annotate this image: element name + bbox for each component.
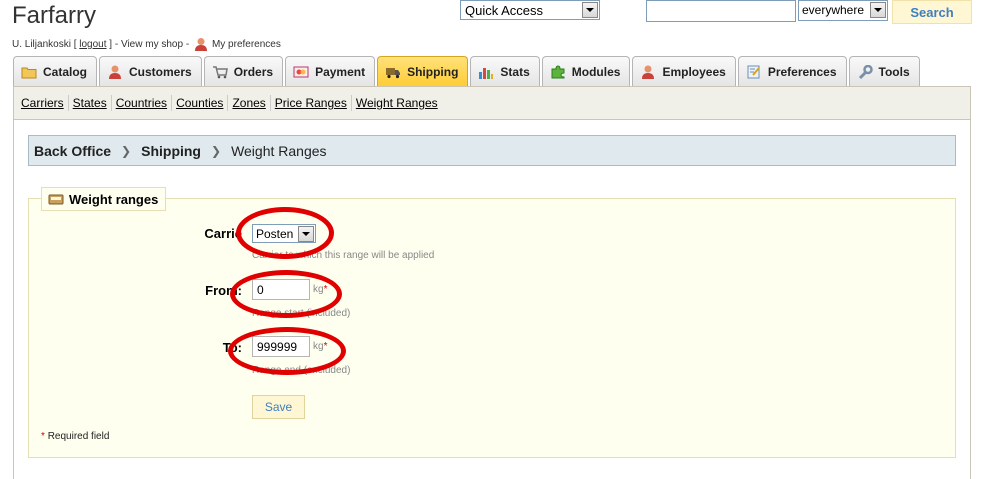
main-tabs: Catalog Customers Orders Payment Shippin… [13,56,922,87]
search-scope-select[interactable]: everywhere [798,0,888,21]
to-input[interactable]: 999999 [252,336,310,357]
carrier-label: Carrie [204,226,242,241]
tab-tools[interactable]: Tools [848,56,920,87]
weight-ranges-fieldset [28,198,956,458]
tab-stats[interactable]: Stats [470,56,540,87]
to-unit: kg* [313,341,328,352]
tab-catalog[interactable]: Catalog [13,56,98,87]
to-label: To: [222,340,242,355]
fieldset-legend: Weight ranges [41,187,167,211]
wrench-icon [857,64,873,80]
search-button[interactable]: Search [892,0,972,24]
tab-modules[interactable]: Modules [541,56,631,87]
breadcrumb: Back Office ❯ Shipping ❯ Weight Ranges [28,135,956,166]
save-button[interactable]: Save [252,395,305,419]
view-shop-link[interactable]: View my shop [121,39,183,50]
chevron-down-icon[interactable] [870,2,886,18]
subnav-zones[interactable]: Zones [228,95,271,111]
scale-icon [48,192,64,206]
customers-icon [107,65,123,79]
tab-employees[interactable]: Employees [632,56,736,87]
subnav-states[interactable]: States [69,95,112,111]
chevron-down-icon[interactable] [298,226,314,242]
tab-customers[interactable]: Customers [99,56,202,87]
user-bar: U. Liljankoski [ logout ] - View my shop… [12,37,281,51]
search-input[interactable] [646,0,796,22]
sub-navigation: Carriers States Countries Counties Zones… [13,86,971,120]
my-preferences-link[interactable]: My preferences [212,39,281,50]
truck-icon [385,65,401,79]
to-hint: Range end (excluded) [252,365,351,376]
shop-name: Farfarry [12,2,96,29]
tab-payment[interactable]: Payment [285,56,376,87]
user-name: U. Liljankoski [12,38,71,50]
from-unit: kg* [313,284,328,295]
subnav-carriers[interactable]: Carriers [17,95,69,111]
carrier-hint: Carrier to which this range will be appl… [252,250,435,261]
chevron-right-icon: ❯ [121,143,132,158]
breadcrumb-shipping[interactable]: Shipping [141,143,201,159]
puzzle-icon [550,65,566,79]
from-hint: Range start (included) [252,308,351,319]
payment-icon [293,65,309,79]
from-label: From: [205,283,242,298]
from-input[interactable]: 0 [252,279,310,300]
preferences-icon [746,65,762,79]
employee-icon [194,37,208,51]
tab-preferences[interactable]: Preferences [737,56,847,87]
quick-access-value: Quick Access [465,2,544,18]
carrier-select[interactable]: Posten [252,224,316,243]
tab-shipping[interactable]: Shipping [377,56,469,87]
quick-access-select[interactable]: Quick Access [460,0,600,20]
search-scope-value: everywhere [802,3,865,17]
tab-orders[interactable]: Orders [203,56,284,87]
employee-icon [640,65,656,79]
required-field-note: * Required field [41,431,110,442]
carrier-value: Posten [256,227,294,241]
logout-link[interactable]: logout [79,39,106,50]
breadcrumb-current: Weight Ranges [231,142,327,159]
subnav-countries[interactable]: Countries [112,95,173,111]
chevron-down-icon[interactable] [582,2,598,18]
chart-icon [478,65,494,79]
subnav-counties[interactable]: Counties [172,95,229,111]
cart-icon [212,65,228,79]
folder-icon [21,65,37,79]
subnav-price-ranges[interactable]: Price Ranges [271,95,352,111]
subnav-weight-ranges[interactable]: Weight Ranges [352,95,442,111]
breadcrumb-back-office[interactable]: Back Office [34,143,111,159]
chevron-right-icon: ❯ [211,143,222,158]
